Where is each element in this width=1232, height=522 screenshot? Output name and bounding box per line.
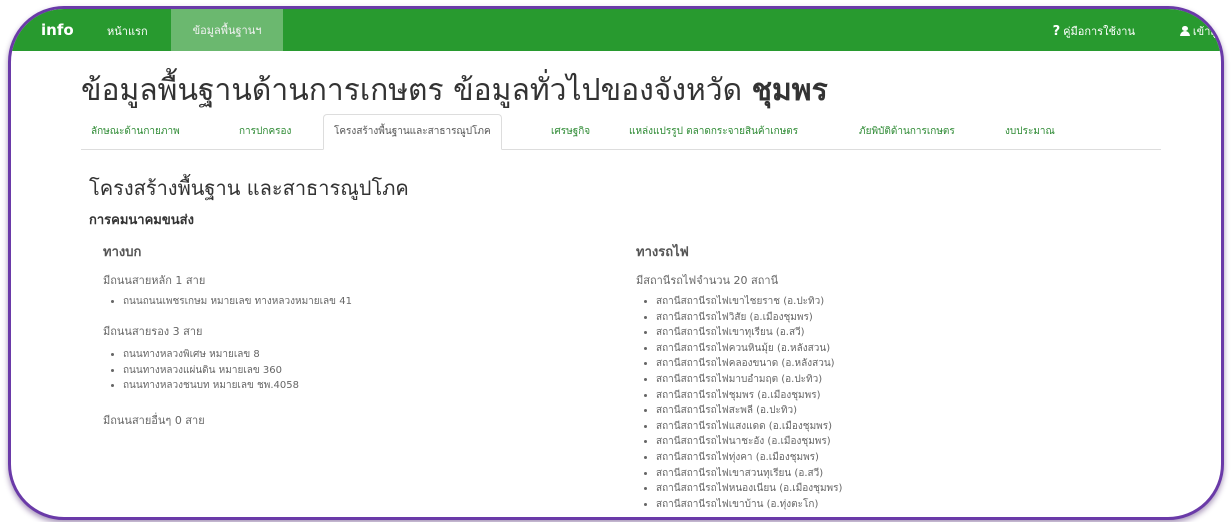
tab-infrastructure[interactable]: โครงสร้างพื้นฐานและสาธารณูปโภค — [323, 114, 502, 150]
manual-link[interactable]: ? คู่มือการใช้งาน — [1053, 22, 1135, 40]
page-title-text: ข้อมูลพื้นฐานด้านการเกษตร ข้อมูลทั่วไปขอ… — [81, 73, 743, 108]
user-icon — [1179, 26, 1190, 36]
road-heading: ทางบก — [103, 245, 142, 260]
tab-physical[interactable]: ลักษณะด้านกายภาพ — [91, 115, 180, 149]
province-name: ชุมพร — [751, 73, 828, 108]
list-item: สถานีสถานีรถไฟเขาบ้าน (อ.ทุ่งตะโก) — [656, 497, 842, 513]
tab-administration[interactable]: การปกครอง — [239, 115, 291, 149]
list-item: สถานีสถานีรถไฟชุมพร (อ.เมืองชุมพร) — [656, 388, 842, 404]
road-other-label: มีถนนสายอื่นๆ 0 สาย — [103, 414, 205, 427]
list-item: สถานีสถานีรถไฟคลองขนาด (อ.หลังสวน) — [656, 356, 842, 372]
question-icon: ? — [1052, 23, 1061, 39]
tab-bar: ลักษณะด้านกายภาพ การปกครอง โครงสร้างพื้น… — [81, 114, 1161, 150]
nav-home-link[interactable]: หน้าแรก — [107, 22, 148, 40]
transport-subtitle: การคมนาคมขนส่ง — [89, 213, 194, 228]
rail-label: มีสถานีรถไฟจำนวน 20 สถานี — [636, 274, 779, 287]
list-item: สถานีสถานีรถไฟหนองเนียน (อ.เมืองชุมพร) — [656, 481, 842, 497]
login-link[interactable]: เข้าสู่ร — [1179, 22, 1223, 40]
nav-basic-info-label: ข้อมูลพื้นฐานฯ — [192, 24, 262, 37]
brand-logo[interactable]: info — [41, 21, 74, 39]
page-title: ข้อมูลพื้นฐานด้านการเกษตร ข้อมูลทั่วไปขอ… — [81, 67, 828, 114]
road-secondary-label: มีถนนสายรอง 3 สาย — [103, 325, 203, 338]
nav-basic-info-link[interactable]: ข้อมูลพื้นฐานฯ — [171, 9, 283, 51]
list-item: สถานีสถานีรถไฟควนหินมุ้ย (อ.หลังสวน) — [656, 341, 842, 357]
top-navbar: info หน้าแรก ข้อมูลพื้นฐานฯ ? คู่มือการใ… — [11, 9, 1221, 51]
road-main-label: มีถนนสายหลัก 1 สาย — [103, 274, 206, 287]
road-main-list: ถนนถนนเพชรเกษม หมายเลข ทางหลวงหมายเลข 41 — [105, 294, 352, 310]
list-item: สถานีสถานีรถไฟวิสัย (อ.เมืองชุมพร) — [656, 310, 842, 326]
list-item: สถานีสถานีรถไฟทุ่งคา (อ.เมืองชุมพร) — [656, 450, 842, 466]
list-item: ถนนถนนเพชรเกษม หมายเลข ทางหลวงหมายเลข 41 — [123, 294, 352, 310]
list-item: สถานีสถานีรถไฟมาบอำมฤต (อ.ปะทิว) — [656, 372, 842, 388]
rail-heading: ทางรถไฟ — [636, 245, 689, 260]
list-item: ถนนทางหลวงแผ่นดิน หมายเลข 360 — [123, 363, 299, 379]
list-item: สถานีสถานีรถไฟเขาทุเรียน (อ.สวี) — [656, 325, 842, 341]
road-secondary-list: ถนนทางหลวงพิเศษ หมายเลข 8 ถนนทางหลวงแผ่น… — [105, 347, 299, 394]
rail-station-list: สถานีสถานีรถไฟเขาไชยราช (อ.ปะทิว) สถานีส… — [638, 294, 842, 512]
list-item: สถานีสถานีรถไฟเขาไชยราช (อ.ปะทิว) — [656, 294, 842, 310]
login-label: เข้าสู่ร — [1192, 25, 1223, 38]
tab-disaster[interactable]: ภัยพิบัติด้านการเกษตร — [859, 115, 955, 149]
list-item: สถานีสถานีรถไฟแสงแดด (อ.เมืองชุมพร) — [656, 419, 842, 435]
list-item: ถนนทางหลวงชนบท หมายเลข ชพ.4058 — [123, 378, 299, 394]
screenshot-frame: info หน้าแรก ข้อมูลพื้นฐานฯ ? คู่มือการใ… — [8, 6, 1224, 520]
manual-label: คู่มือการใช้งาน — [1063, 25, 1135, 38]
list-item: ถนนทางหลวงพิเศษ หมายเลข 8 — [123, 347, 299, 363]
tab-economy[interactable]: เศรษฐกิจ — [551, 115, 590, 149]
tab-budget[interactable]: งบประมาณ — [1005, 115, 1055, 149]
tab-processing-market[interactable]: แหล่งแปรรูป ตลาดกระจายสินค้าเกษตร — [629, 115, 798, 149]
list-item: สถานีสถานีรถไฟเขาสวนทุเรียน (อ.สวี) — [656, 466, 842, 482]
section-title: โครงสร้างพื้นฐาน และสาธารณูปโภค — [89, 176, 409, 200]
list-item: สถานีสถานีรถไฟนาชะอัง (อ.เมืองชุมพร) — [656, 434, 842, 450]
list-item: สถานีสถานีรถไฟสะพลี (อ.ปะทิว) — [656, 403, 842, 419]
